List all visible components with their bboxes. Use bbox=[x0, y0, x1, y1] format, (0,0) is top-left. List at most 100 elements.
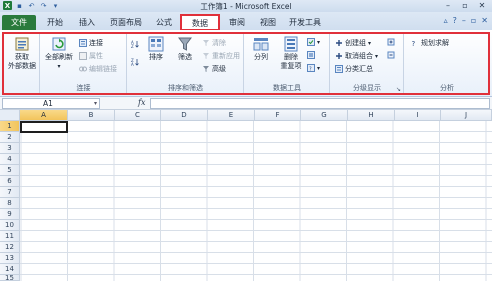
what-if-icon: ? bbox=[307, 64, 315, 72]
row-header-11[interactable]: 11 bbox=[0, 231, 20, 242]
get-external-data-button[interactable]: 获取 外部数据 bbox=[6, 36, 38, 71]
column-header-i[interactable]: I bbox=[395, 110, 441, 121]
worksheet-grid: A B C D E F G H I J 1 2 3 4 5 6 7 8 9 10… bbox=[0, 110, 492, 281]
row-header-6[interactable]: 6 bbox=[0, 176, 20, 187]
tab-review[interactable]: 审阅 bbox=[222, 15, 252, 30]
clear-filter-icon bbox=[203, 40, 209, 46]
formula-bar: A1 ▾ fx bbox=[0, 97, 492, 110]
row-header-8[interactable]: 8 bbox=[0, 198, 20, 209]
reapply-button[interactable]: 重新应用 bbox=[202, 51, 240, 61]
ribbon-data: 获取 外部数据 全部刷新 ▾ 连接 属性 编辑链接 连接 A Z Z A 排序 … bbox=[0, 30, 492, 97]
close-button[interactable]: ✕ bbox=[474, 0, 490, 11]
row-header-1[interactable]: 1 bbox=[0, 121, 20, 132]
tab-home[interactable]: 开始 bbox=[40, 15, 70, 30]
show-detail-button[interactable] bbox=[387, 38, 395, 46]
name-box-dropdown-icon[interactable]: ▾ bbox=[94, 99, 97, 108]
remove-duplicates-line2: 重复项 bbox=[280, 62, 302, 70]
row-header-4[interactable]: 4 bbox=[0, 154, 20, 165]
select-all-button[interactable] bbox=[0, 110, 20, 121]
solver-label: 规划求解 bbox=[421, 39, 449, 47]
outline-dialog-launcher-icon[interactable]: ↘ bbox=[396, 86, 401, 93]
tab-formulas[interactable]: 公式 bbox=[150, 15, 178, 30]
tab-page-layout[interactable]: 页面布局 bbox=[104, 15, 148, 30]
column-header-d[interactable]: D bbox=[161, 110, 208, 121]
filter-button[interactable]: 筛选 bbox=[173, 36, 197, 62]
text-to-columns-label: 分列 bbox=[254, 53, 268, 61]
row-header-7[interactable]: 7 bbox=[0, 187, 20, 198]
help-icon[interactable]: ? bbox=[453, 16, 457, 25]
remove-duplicates-icon bbox=[284, 36, 298, 52]
outline-group-label: 分级显示 bbox=[353, 84, 381, 92]
column-header-j[interactable]: J bbox=[441, 110, 492, 121]
ungroup-button[interactable]: 取消组合 ▾ bbox=[335, 51, 378, 61]
tab-developer[interactable]: 开发工具 bbox=[284, 15, 326, 30]
row-header-10[interactable]: 10 bbox=[0, 220, 20, 231]
column-header-b[interactable]: B bbox=[68, 110, 115, 121]
remove-duplicates-button[interactable]: 删除 重复项 bbox=[277, 36, 305, 71]
what-if-dropdown-icon: ▾ bbox=[317, 64, 321, 72]
doc-restore-icon[interactable]: ▫ bbox=[471, 16, 476, 25]
column-header-g[interactable]: G bbox=[301, 110, 348, 121]
column-header-e[interactable]: E bbox=[208, 110, 255, 121]
tab-file[interactable]: 文件 bbox=[2, 15, 36, 30]
sort-desc-button[interactable]: ZA bbox=[131, 58, 139, 66]
maximize-button[interactable]: ▫ bbox=[457, 0, 473, 11]
sort-button[interactable]: 排序 bbox=[144, 36, 168, 62]
name-box[interactable]: A1 ▾ bbox=[2, 98, 100, 109]
remove-duplicates-line1: 删除 bbox=[284, 53, 298, 61]
tab-insert[interactable]: 插入 bbox=[72, 15, 102, 30]
data-validation-button[interactable]: ▾ bbox=[307, 38, 320, 46]
row-header-2[interactable]: 2 bbox=[0, 132, 20, 143]
svg-text:A: A bbox=[131, 62, 134, 66]
clear-filter-button[interactable]: 清除 bbox=[202, 38, 226, 48]
hide-detail-icon bbox=[387, 51, 395, 59]
sort-dialog-icon bbox=[148, 36, 164, 52]
consolidate-button[interactable] bbox=[307, 51, 315, 59]
minimize-ribbon-icon[interactable]: ▵ bbox=[444, 16, 448, 25]
properties-icon bbox=[79, 52, 87, 60]
tab-view[interactable]: 视图 bbox=[254, 15, 282, 30]
formula-input[interactable] bbox=[150, 98, 490, 109]
text-to-columns-button[interactable]: 分列 bbox=[249, 36, 273, 62]
column-header-a[interactable]: A bbox=[20, 110, 68, 121]
sort-asc-button[interactable]: AZ bbox=[131, 40, 139, 48]
refresh-all-button[interactable]: 全部刷新 ▾ bbox=[43, 36, 75, 71]
doc-close-icon[interactable]: ✕ bbox=[481, 16, 488, 25]
group-get-external: 获取 外部数据 bbox=[4, 32, 40, 95]
column-header-c[interactable]: C bbox=[115, 110, 161, 121]
connections-button[interactable]: 连接 bbox=[79, 38, 103, 48]
advanced-filter-button[interactable]: 高级 bbox=[202, 64, 226, 74]
clear-label: 清除 bbox=[212, 39, 226, 47]
row-header-15[interactable]: 15 bbox=[0, 275, 20, 281]
ungroup-minus-icon bbox=[336, 53, 342, 59]
solver-icon: ? bbox=[412, 40, 416, 47]
active-cell-a1[interactable] bbox=[20, 121, 68, 133]
group-button[interactable]: 创建组 ▾ bbox=[335, 38, 371, 48]
solver-button[interactable]: ? 规划求解 bbox=[411, 38, 450, 48]
row-header-3[interactable]: 3 bbox=[0, 143, 20, 154]
row-header-9[interactable]: 9 bbox=[0, 209, 20, 220]
svg-text:?: ? bbox=[412, 40, 416, 47]
edit-links-button[interactable]: 编辑链接 bbox=[79, 64, 117, 74]
what-if-analysis-button[interactable]: ? ▾ bbox=[307, 64, 320, 72]
subtotal-button[interactable]: 分类汇总 bbox=[335, 64, 373, 74]
data-validation-icon bbox=[307, 38, 315, 46]
name-box-value: A1 bbox=[43, 99, 53, 108]
tab-data[interactable]: 数据 bbox=[180, 14, 220, 31]
row-header-12[interactable]: 12 bbox=[0, 242, 20, 253]
properties-button[interactable]: 属性 bbox=[79, 51, 103, 61]
show-detail-icon bbox=[387, 38, 395, 46]
cell-area[interactable] bbox=[20, 121, 492, 281]
group-data-tools: 分列 删除 重复项 ▾ ? ▾ 数据工具 bbox=[245, 32, 330, 95]
hide-detail-button[interactable] bbox=[387, 51, 395, 59]
window-title: 工作簿1 - Microsoft Excel bbox=[200, 2, 292, 11]
reapply-icon bbox=[203, 53, 209, 59]
row-header-5[interactable]: 5 bbox=[0, 165, 20, 176]
row-header-14[interactable]: 14 bbox=[0, 264, 20, 275]
row-header-13[interactable]: 13 bbox=[0, 253, 20, 264]
column-header-f[interactable]: F bbox=[255, 110, 301, 121]
column-header-h[interactable]: H bbox=[348, 110, 395, 121]
insert-function-button[interactable]: fx bbox=[138, 98, 145, 107]
doc-minimize-icon[interactable]: – bbox=[462, 16, 466, 25]
minimize-button[interactable]: – bbox=[440, 0, 456, 11]
